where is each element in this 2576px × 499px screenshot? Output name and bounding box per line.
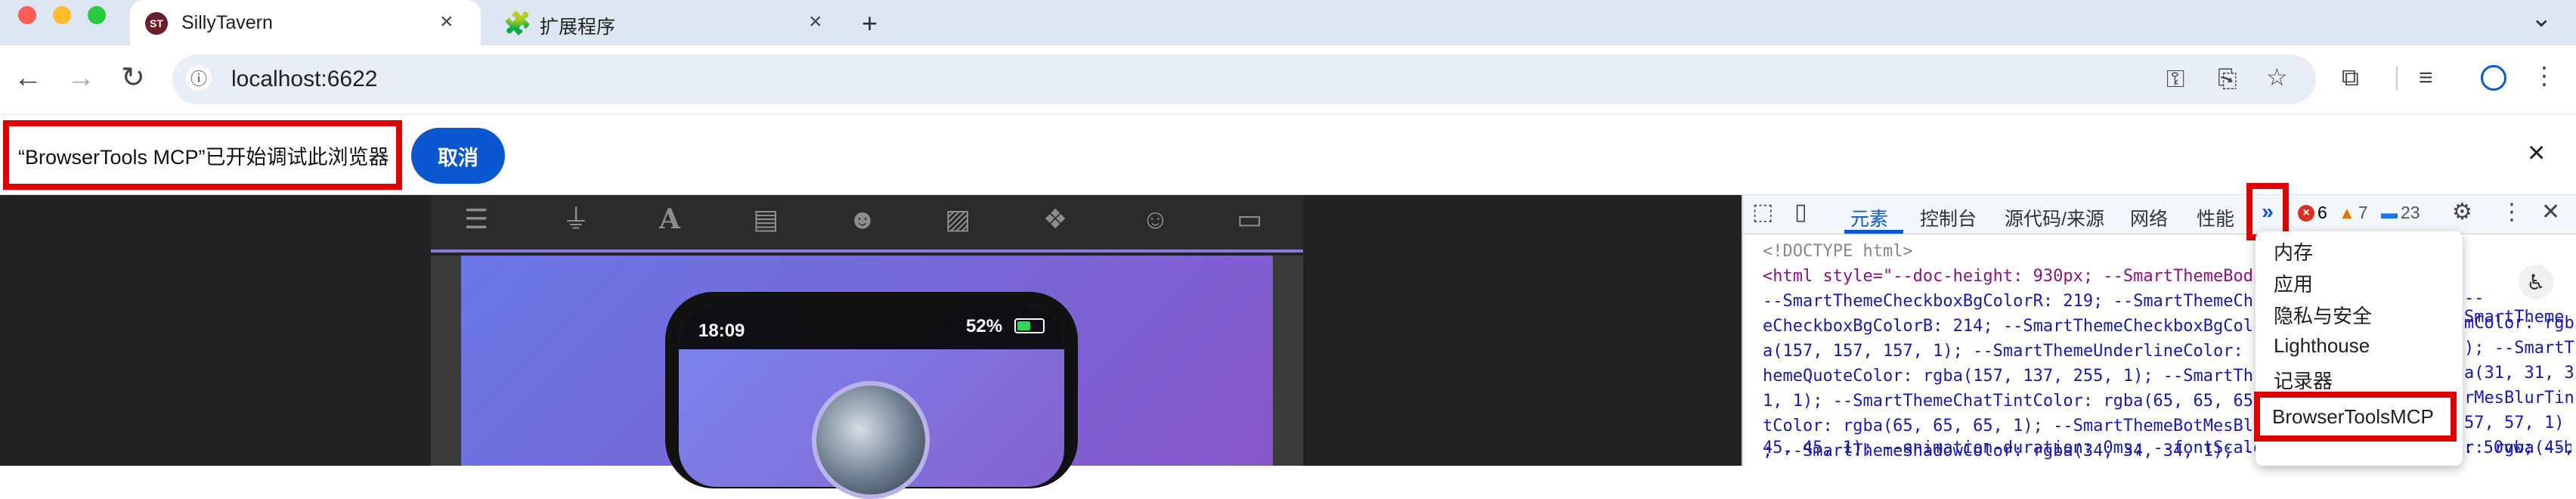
close-tab-icon[interactable]: ×: [809, 11, 822, 33]
address-bar[interactable]: [172, 54, 2316, 104]
message-icon: ▬: [2381, 203, 2398, 222]
menu-item-memory[interactable]: 内存: [2274, 237, 2313, 265]
maximize-window-button[interactable]: [88, 6, 106, 24]
message-count[interactable]: ▬ 23: [2381, 203, 2420, 223]
forward-icon[interactable]: →: [67, 64, 95, 92]
image-icon[interactable]: ▨: [945, 206, 971, 233]
smile-icon[interactable]: ☺: [1141, 206, 1169, 233]
tab-elements[interactable]: 元素: [1850, 204, 1888, 231]
debugging-message: “BrowserTools MCP”已开始调试此浏览器: [3, 120, 402, 190]
menu-item-browsertoolsmcp[interactable]: BrowserToolsMCP: [2254, 392, 2457, 442]
menu-item-privacy-security[interactable]: 隐私与安全: [2274, 301, 2372, 329]
install-app-icon[interactable]: ⎘: [2218, 67, 2237, 91]
settings-gear-icon[interactable]: ⚙: [2452, 201, 2472, 224]
tab-sources[interactable]: 源代码/来源: [2005, 204, 2104, 231]
active-tab-indicator: [1844, 230, 1903, 234]
menu-item-recorder[interactable]: 记录器: [2274, 366, 2333, 394]
code-fragment: 57, 57, 1): [2464, 414, 2565, 432]
tab-title: SillyTavern: [181, 12, 273, 33]
menu-item-application[interactable]: 应用: [2274, 269, 2313, 297]
device-toolbar-icon[interactable]: ▯: [1794, 201, 1807, 224]
code-fragment: a(31, 31, 3: [2464, 364, 2574, 383]
tab-network[interactable]: 网络: [2130, 204, 2168, 231]
phone-notch: [795, 298, 948, 336]
cancel-debugging-button[interactable]: 取消: [411, 128, 505, 184]
tab-console[interactable]: 控制台: [1920, 204, 1977, 231]
code-fragment: rMesBlurTin: [2464, 389, 2574, 408]
tab-sillytavern[interactable]: ST SillyTavern ×: [130, 0, 481, 45]
new-tab-icon[interactable]: +: [862, 8, 878, 39]
close-window-button[interactable]: [18, 6, 36, 24]
cubes-icon[interactable]: ❖: [1043, 206, 1067, 233]
battery-level: [1017, 321, 1030, 330]
site-info-icon[interactable]: ⓘ: [186, 65, 212, 91]
devtools-menu-icon[interactable]: ⋮: [2500, 201, 2523, 224]
warning-count-text: 7: [2358, 203, 2368, 222]
minimize-window-button[interactable]: [53, 6, 71, 24]
plug-icon[interactable]: ⏚: [562, 206, 590, 233]
tab-performance[interactable]: 性能: [2197, 204, 2234, 231]
id-card-icon[interactable]: ▭: [1237, 206, 1262, 233]
tab-extensions[interactable]: 🧩 扩展程序 ×: [493, 0, 844, 45]
close-tab-icon[interactable]: ×: [440, 11, 454, 33]
accessibility-icon[interactable]: ♿: [2519, 265, 2553, 299]
phone-battery-percent: 52%: [966, 316, 1003, 336]
profile-avatar-icon[interactable]: [2481, 65, 2506, 91]
character-avatar[interactable]: [812, 381, 930, 499]
code-fragment: mColor: rgb: [2464, 314, 2574, 333]
inspect-element-icon[interactable]: ⬚: [1752, 201, 1773, 224]
password-key-icon[interactable]: ⚿: [2166, 67, 2184, 91]
menu-item-lighthouse[interactable]: Lighthouse: [2274, 334, 2370, 358]
tab-title: 扩展程序: [540, 17, 616, 38]
phone-time: 18:09: [698, 321, 745, 341]
close-devtools-icon[interactable]: ✕: [2541, 201, 2560, 224]
infobar-close-icon[interactable]: ×: [2528, 138, 2545, 168]
message-count-text: 23: [2401, 203, 2420, 222]
book-icon[interactable]: ▤: [753, 206, 779, 233]
back-icon[interactable]: ←: [14, 64, 42, 92]
warning-count[interactable]: ▲ 7: [2339, 203, 2368, 223]
user-settings-icon[interactable]: ☻: [848, 206, 877, 233]
font-icon[interactable]: A: [659, 206, 680, 233]
bookmark-star-icon[interactable]: ☆: [2266, 65, 2288, 89]
toolbar-divider: [2396, 67, 2398, 91]
url-text[interactable]: localhost:6622: [231, 67, 377, 92]
extensions-icon[interactable]: ⧉: [2342, 65, 2359, 89]
settings-sliders-icon[interactable]: ☰: [464, 206, 488, 233]
battery-icon: [1014, 318, 1045, 333]
error-count-text: 6: [2317, 203, 2327, 222]
browser-menu-icon[interactable]: ⋮: [2532, 64, 2556, 88]
error-icon: ×: [2298, 204, 2314, 222]
tab-search-icon[interactable]: ⌄: [2531, 3, 2553, 33]
media-control-icon[interactable]: ≡: [2419, 65, 2433, 89]
warning-icon: ▲: [2339, 203, 2355, 222]
error-count[interactable]: × 6: [2298, 203, 2327, 223]
sillytavern-favicon-icon: ST: [145, 12, 168, 35]
puzzle-icon: 🧩: [503, 11, 532, 36]
code-fragment: ); --SmartT: [2464, 339, 2574, 358]
reload-icon[interactable]: ↻: [121, 64, 145, 92]
